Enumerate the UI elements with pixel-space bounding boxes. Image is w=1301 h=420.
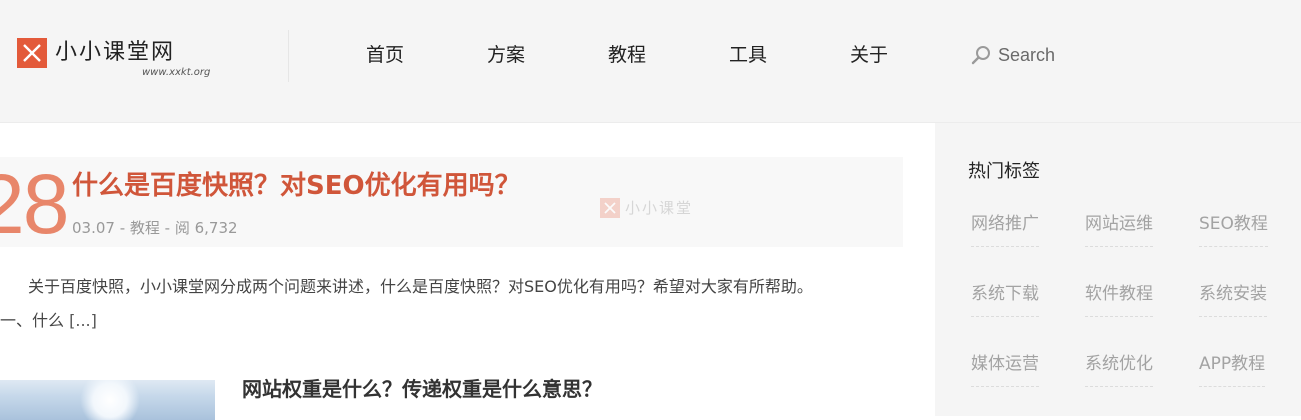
post-thumbnail[interactable] [0, 380, 215, 420]
thumbnail-sky-image [80, 380, 140, 420]
hot-tags-title: 热门标签 [968, 161, 1040, 182]
logo-url: www.xxkt.org [142, 67, 211, 78]
excerpt-line-2-text: 一、什么 [0, 311, 65, 330]
post-excerpt: 关于百度快照，小小课堂网分成两个问题来讲述，什么是百度快照？对SEO优化有用吗？… [0, 270, 880, 338]
tag-item[interactable]: 网站运维 [1085, 209, 1153, 247]
tag-item[interactable]: SEO教程 [1199, 209, 1268, 247]
excerpt-line-2: 一、什么 [...] [0, 304, 880, 338]
tag-item[interactable]: 系统下载 [971, 279, 1039, 317]
nav-item-solutions[interactable]: 方案 [487, 40, 525, 70]
post-title-2[interactable]: 网站权重是什么？传递权重是什么意思？ [242, 373, 602, 402]
post-title[interactable]: 什么是百度快照？对SEO优化有用吗？ [72, 169, 521, 203]
main-content: 28 什么是百度快照？对SEO优化有用吗？ 03.07 - 教程 - 阅 6,7… [0, 123, 935, 420]
nav-item-about[interactable]: 关于 [850, 40, 888, 70]
x-mark-icon [17, 38, 47, 68]
tag-item[interactable]: 系统安装 [1199, 279, 1267, 317]
excerpt-line-1: 关于百度快照，小小课堂网分成两个问题来讲述，什么是百度快照？对SEO优化有用吗？… [28, 277, 813, 296]
post-header: 28 什么是百度快照？对SEO优化有用吗？ 03.07 - 教程 - 阅 6,7… [0, 157, 903, 251]
logo-name: 小小课堂网 [55, 40, 176, 65]
sidebar: 热门标签 网络推广 网站运维 SEO教程 系统下载 软件教程 系统安装 媒体运营… [935, 123, 1301, 416]
watermark-x-icon [600, 197, 620, 218]
search-icon [971, 46, 990, 65]
nav-item-tools[interactable]: 工具 [729, 40, 767, 70]
tag-item[interactable]: 软件教程 [1085, 279, 1153, 317]
post-meta: 03.07 - 教程 - 阅 6,732 [72, 219, 238, 237]
tag-item[interactable]: APP教程 [1199, 349, 1266, 387]
search-box[interactable]: Search [970, 42, 1130, 68]
watermark-text: 小小课堂 [625, 199, 694, 217]
site-logo[interactable]: 小小课堂网 www.xxkt.org [17, 38, 217, 84]
tag-item[interactable]: 系统优化 [1085, 349, 1153, 387]
tag-item[interactable]: 网络推广 [971, 209, 1039, 247]
watermark: 小小课堂 [600, 197, 693, 218]
tag-item[interactable]: 媒体运营 [971, 349, 1039, 387]
site-header: 小小课堂网 www.xxkt.org 首页 方案 教程 工具 关于 Search [0, 0, 1301, 123]
read-more-link[interactable]: [...] [69, 311, 97, 330]
post-date-day: 28 [0, 157, 69, 251]
header-divider [288, 30, 289, 82]
nav-item-tutorials[interactable]: 教程 [608, 40, 646, 70]
nav-item-home[interactable]: 首页 [366, 40, 404, 70]
search-input[interactable]: Search [998, 45, 1055, 66]
